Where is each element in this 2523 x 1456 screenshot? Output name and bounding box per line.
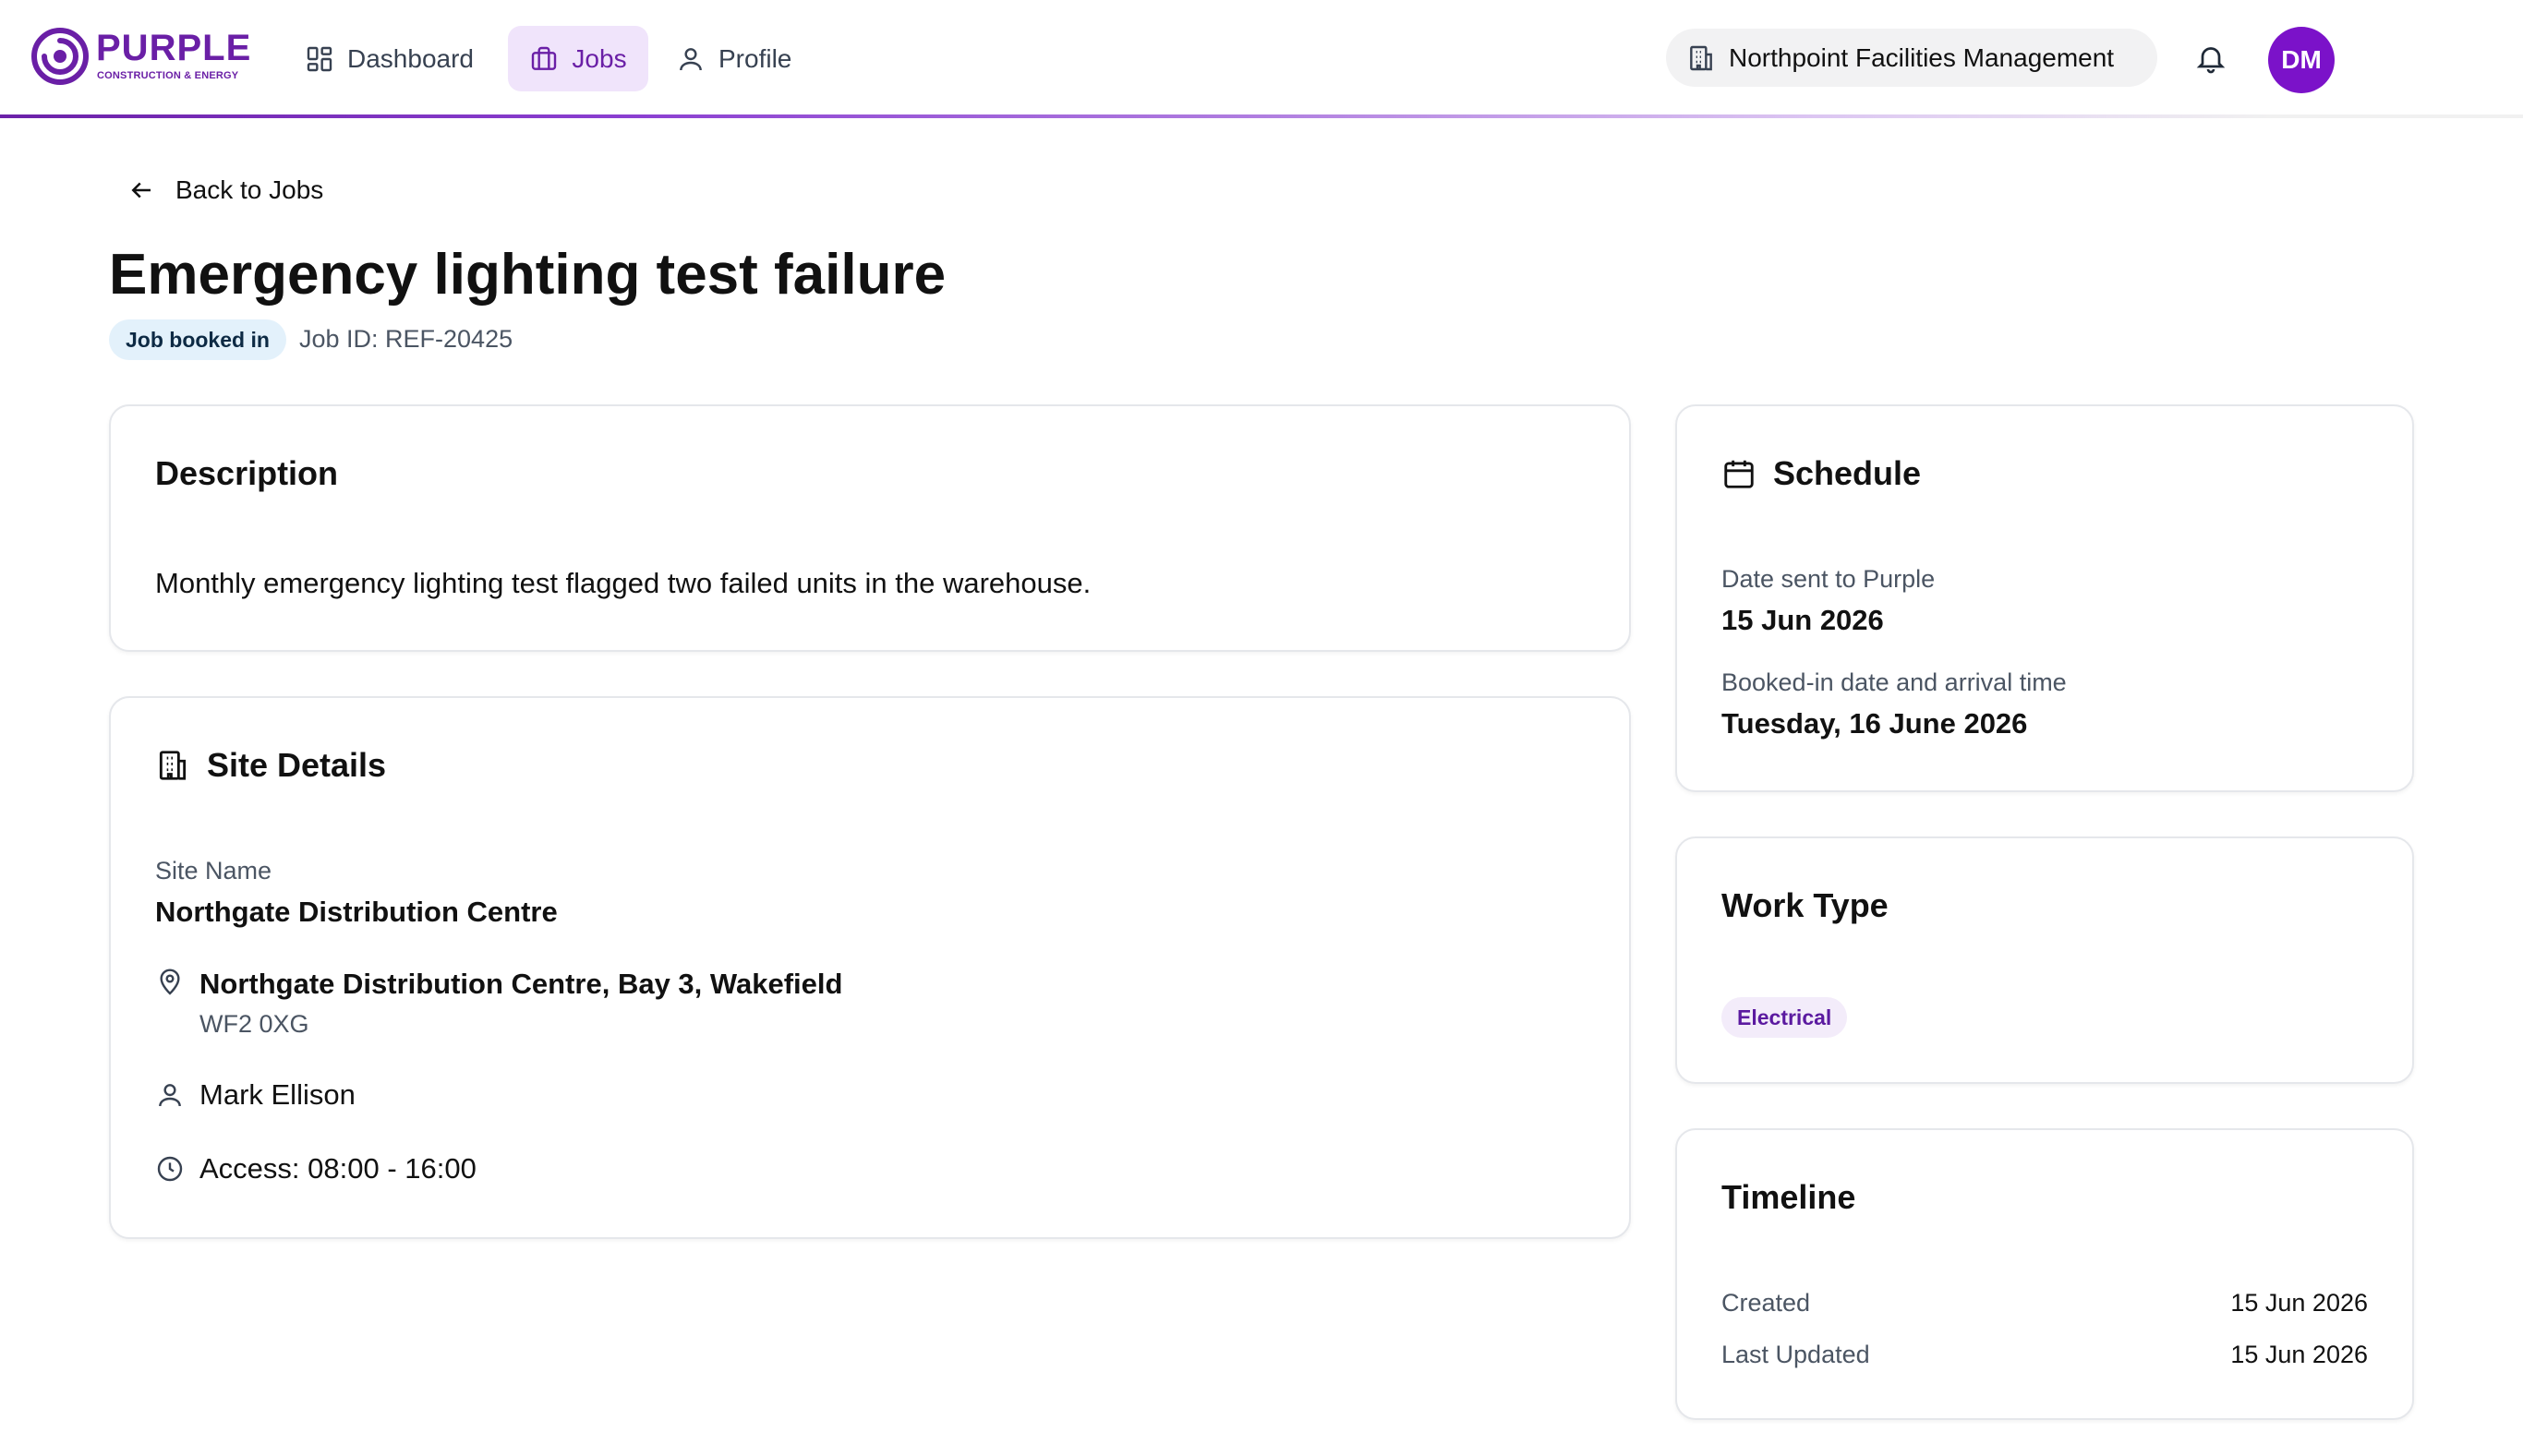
map-pin-icon xyxy=(160,969,180,995)
work-type-card: Work Type Electrical xyxy=(1675,836,2414,1084)
timeline-updated-label: Last Updated xyxy=(1721,1341,1870,1368)
building-icon xyxy=(159,751,187,780)
calendar-icon xyxy=(1724,460,1754,488)
brand-subtitle: CONSTRUCTION & ENERGY xyxy=(97,70,239,81)
site-details-title: Site Details xyxy=(207,746,387,784)
booked-in-label: Booked-in date and arrival time xyxy=(1721,668,2067,696)
description-heading: Description xyxy=(155,454,339,492)
nav-jobs[interactable]: Jobs xyxy=(508,26,648,91)
brand-name: PURPLE xyxy=(96,28,252,68)
back-label: Back to Jobs xyxy=(175,175,324,204)
user-avatar[interactable]: DM xyxy=(2268,27,2335,93)
purple-logo-icon[interactable] xyxy=(31,28,89,85)
briefcase-icon xyxy=(532,46,557,70)
nav-jobs-label: Jobs xyxy=(572,43,627,73)
header-divider xyxy=(0,114,2523,118)
status-badge: Job booked in xyxy=(109,319,286,360)
timeline-created-value: 15 Jun 2026 xyxy=(2230,1289,2368,1317)
nav-dashboard-label: Dashboard xyxy=(347,43,474,73)
top-header: PURPLE CONSTRUCTION & ENERGY Dashboard J… xyxy=(0,0,2523,117)
site-details-heading: Site Details xyxy=(155,746,386,785)
back-to-jobs-link[interactable]: Back to Jobs xyxy=(127,175,323,205)
timeline-heading: Timeline xyxy=(1721,1178,1856,1216)
site-name-value: Northgate Distribution Centre xyxy=(155,896,558,928)
site-details-card: Site Details Site Name Northgate Distrib… xyxy=(109,696,1631,1239)
clock-icon xyxy=(157,1156,183,1182)
schedule-heading: Schedule xyxy=(1721,454,1921,493)
work-type-heading: Work Type xyxy=(1721,886,1889,924)
site-contact: Mark Ellison xyxy=(199,1078,356,1111)
user-icon xyxy=(680,47,702,70)
nav-profile-label: Profile xyxy=(718,43,792,73)
arrow-left-icon xyxy=(131,182,151,199)
work-type-tag: Electrical xyxy=(1721,997,1848,1038)
dashboard-icon xyxy=(307,46,332,71)
organization-selector[interactable]: Northpoint Facilities Management xyxy=(1666,29,2157,87)
page-title: Emergency lighting test failure xyxy=(109,243,947,307)
site-access-hours: Access: 08:00 - 16:00 xyxy=(199,1152,477,1185)
site-name-label: Site Name xyxy=(155,857,272,884)
organization-name: Northpoint Facilities Management xyxy=(1729,42,2115,72)
site-address: Northgate Distribution Centre, Bay 3, Wa… xyxy=(199,968,843,1000)
building-icon xyxy=(1690,45,1712,70)
schedule-title: Schedule xyxy=(1773,454,1922,492)
site-postcode: WF2 0XG xyxy=(199,1010,309,1038)
schedule-card: Schedule Date sent to Purple 15 Jun 2026… xyxy=(1675,404,2414,792)
job-id: Job ID: REF-20425 xyxy=(299,325,513,353)
booked-in-value: Tuesday, 16 June 2026 xyxy=(1721,707,2028,740)
date-sent-label: Date sent to Purple xyxy=(1721,565,1936,593)
date-sent-value: 15 Jun 2026 xyxy=(1721,604,1884,636)
description-card: Description Monthly emergency lighting t… xyxy=(109,404,1631,652)
description-text: Monthly emergency lighting test flagged … xyxy=(155,567,1092,599)
timeline-card: Timeline Created 15 Jun 2026 Last Update… xyxy=(1675,1128,2414,1420)
bell-icon[interactable] xyxy=(2194,42,2227,75)
user-icon xyxy=(159,1084,181,1107)
nav-dashboard[interactable]: Dashboard xyxy=(292,26,502,91)
timeline-created-label: Created xyxy=(1721,1289,1811,1317)
nav-profile[interactable]: Profile xyxy=(667,26,824,91)
timeline-updated-value: 15 Jun 2026 xyxy=(2230,1341,2368,1368)
